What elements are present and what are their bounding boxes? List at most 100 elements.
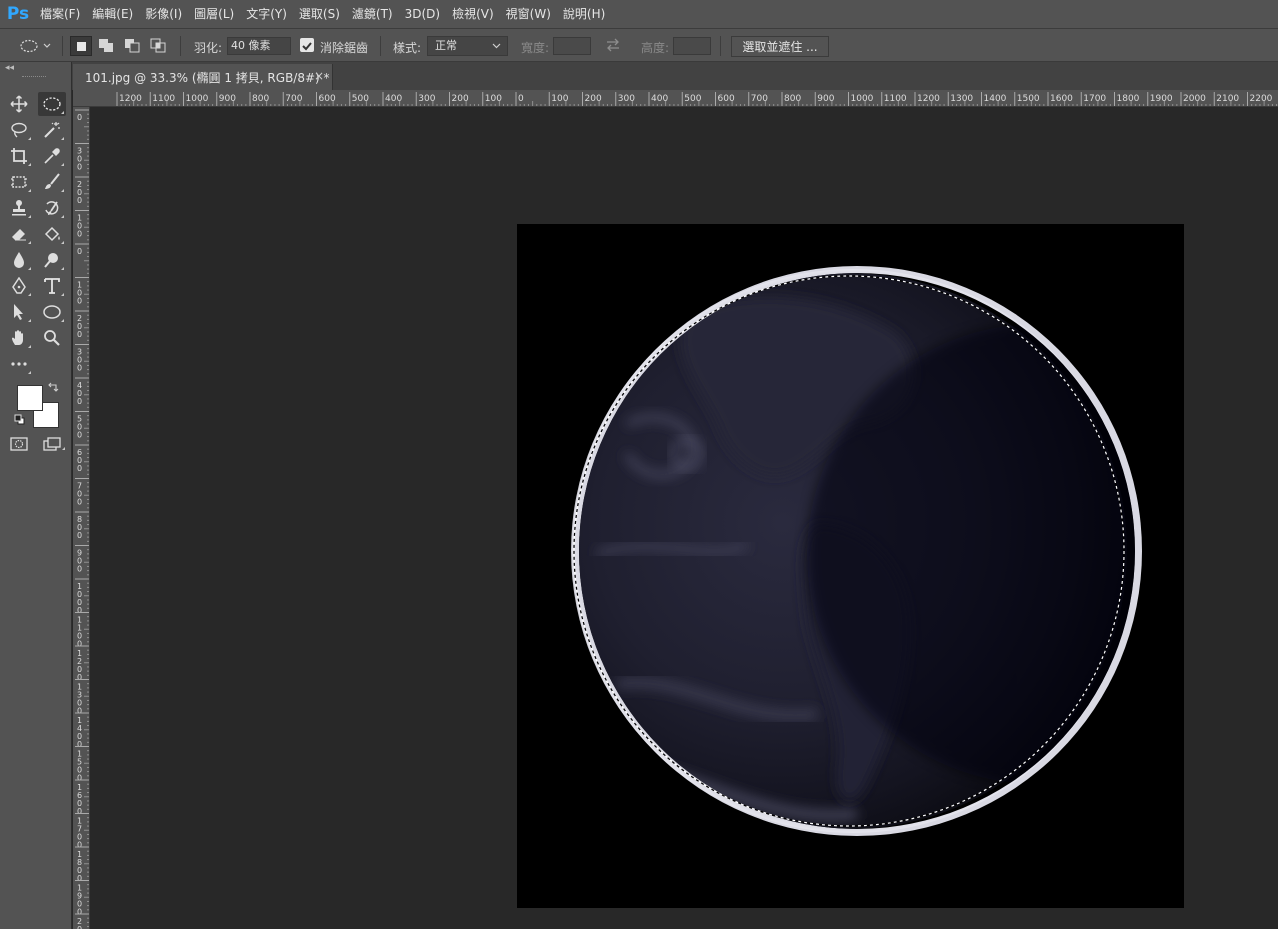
menu-3d[interactable]: 3D(D) — [399, 0, 446, 28]
paint-bucket-icon — [44, 226, 60, 242]
ruler-label: 800 — [784, 94, 801, 104]
dodge-tool[interactable] — [38, 248, 66, 272]
ruler-label: 500 — [352, 94, 369, 104]
ellipse-shape-icon — [43, 305, 61, 319]
stamp-icon — [12, 200, 26, 216]
ruler-label: 1100 — [884, 94, 907, 104]
menu-help[interactable]: 說明(H) — [557, 0, 611, 28]
hand-icon — [12, 330, 23, 345]
feather-label: 羽化: — [194, 41, 223, 55]
antialias-checkbox[interactable] — [300, 38, 314, 52]
ruler-label: 600 — [319, 94, 336, 104]
hand-tool[interactable] — [5, 326, 33, 350]
menu-view[interactable]: 檢視(V) — [446, 0, 500, 28]
foreground-color-swatch[interactable] — [17, 385, 43, 411]
path-selection-tool[interactable] — [5, 300, 33, 324]
magic-wand-tool[interactable] — [38, 118, 66, 142]
menu-type[interactable]: 文字(Y) — [240, 0, 293, 28]
intersect-selection-button[interactable] — [148, 36, 170, 56]
ruler-label: 1100 — [152, 94, 175, 104]
document-tab[interactable]: 101.jpg @ 33.3% (橢圓 1 拷貝, RGB/8#) * × — [73, 64, 333, 90]
ruler-label-digit: 0 — [77, 640, 82, 649]
ruler-label: 400 — [651, 94, 668, 104]
ruler-label: 600 — [718, 94, 735, 104]
pen-icon — [12, 277, 26, 294]
magic-wand-icon — [44, 122, 60, 138]
height-input[interactable] — [673, 37, 711, 55]
ruler-label-digit: 0 — [77, 707, 82, 716]
ruler-label-digit: 0 — [77, 397, 82, 406]
ruler-label: 1700 — [1083, 94, 1106, 104]
ruler-label: 400 — [385, 94, 402, 104]
ruler-label: 1200 — [917, 94, 940, 104]
close-tab-icon[interactable]: × — [314, 69, 324, 83]
ruler-label-digit: 0 — [77, 925, 82, 929]
type-tool[interactable] — [38, 274, 66, 298]
swap-width-height-icon[interactable] — [605, 38, 621, 52]
screen-mode-icon[interactable] — [42, 436, 66, 454]
ruler-label: 1500 — [1017, 94, 1040, 104]
swap-colors-icon[interactable] — [46, 382, 60, 394]
ruler-label-digit: 0 — [77, 297, 82, 306]
select-and-mask-button[interactable]: 選取並遮住 ... — [731, 36, 829, 57]
default-colors-icon[interactable] — [14, 414, 26, 426]
vertical-ruler[interactable]: 0300200100010020030040050060070080090010… — [73, 107, 90, 929]
menu-filter[interactable]: 濾鏡(T) — [346, 0, 399, 28]
ruler-label: 1200 — [119, 94, 142, 104]
eraser-tool[interactable] — [5, 222, 33, 246]
menu-layer[interactable]: 圖層(L) — [188, 0, 240, 28]
tool-preset-picker[interactable] — [18, 37, 52, 55]
ruler-label-digit: 0 — [77, 565, 82, 574]
options-bar: 羽化: 40 像素 消除鋸齒 樣式: 正常 寬度: 高度: 選取並遮住 ... — [0, 28, 1278, 62]
clone-stamp-tool[interactable] — [5, 196, 33, 220]
ruler-label: 100 — [485, 94, 502, 104]
frame-tool[interactable] — [5, 170, 33, 194]
edit-toolbar-button[interactable] — [5, 352, 33, 376]
ruler-label-digit: 0 — [77, 196, 82, 205]
subtract-from-selection-button[interactable] — [122, 36, 144, 56]
collapse-panel-icon[interactable]: ◂◂ — [5, 63, 14, 73]
width-input[interactable] — [553, 37, 591, 55]
ruler-label-digit: 0 — [77, 807, 82, 816]
style-select[interactable]: 正常 — [427, 36, 508, 56]
history-brush-tool[interactable] — [38, 196, 66, 220]
document-tab-title: 101.jpg @ 33.3% (橢圓 1 拷貝, RGB/8#) * — [85, 70, 330, 85]
pen-tool[interactable] — [5, 274, 33, 298]
crop-tool[interactable] — [5, 144, 33, 168]
menu-file[interactable]: 檔案(F) — [34, 0, 86, 28]
menu-select[interactable]: 選取(S) — [293, 0, 346, 28]
brush-tool[interactable] — [38, 170, 66, 194]
feather-input[interactable]: 40 像素 — [227, 37, 291, 55]
ruler-label: 900 — [817, 94, 834, 104]
ruler-label-digit: 0 — [77, 841, 82, 850]
ruler-label: 500 — [684, 94, 701, 104]
eyedropper-tool[interactable] — [38, 144, 66, 168]
path-selection-icon — [14, 304, 23, 320]
document-image[interactable] — [517, 224, 1184, 908]
menu-edit[interactable]: 編輯(E) — [86, 0, 139, 28]
blur-drop-icon — [14, 252, 24, 268]
ruler-label: 100 — [551, 94, 568, 104]
ruler-label: 900 — [219, 94, 236, 104]
zoom-tool[interactable] — [38, 326, 66, 350]
ellipse-shape-tool[interactable] — [38, 300, 66, 324]
paint-bucket-tool[interactable] — [38, 222, 66, 246]
blur-tool[interactable] — [5, 248, 33, 272]
lasso-icon — [11, 122, 27, 138]
ruler-label: 0 — [518, 94, 524, 104]
elliptical-marquee-tool[interactable] — [38, 92, 66, 116]
move-tool[interactable] — [5, 92, 33, 116]
menu-window[interactable]: 視窗(W) — [500, 0, 557, 28]
new-selection-button[interactable] — [70, 36, 92, 56]
menu-image[interactable]: 影像(I) — [139, 0, 188, 28]
style-label: 樣式: — [393, 41, 422, 55]
add-to-selection-button[interactable] — [96, 36, 118, 56]
elliptical-marquee-icon — [43, 97, 61, 111]
panel-grip[interactable] — [22, 76, 46, 79]
lasso-tool[interactable] — [5, 118, 33, 142]
eyedropper-icon — [44, 148, 60, 164]
photoshop-logo: Ps — [6, 4, 30, 24]
quick-mask-icon[interactable] — [9, 436, 29, 452]
horizontal-ruler[interactable]: 1200 1100 1000 900 800 700 600 500 400 300 200 100 0… — [73, 90, 1278, 107]
ruler-label: 1900 — [1150, 94, 1173, 104]
